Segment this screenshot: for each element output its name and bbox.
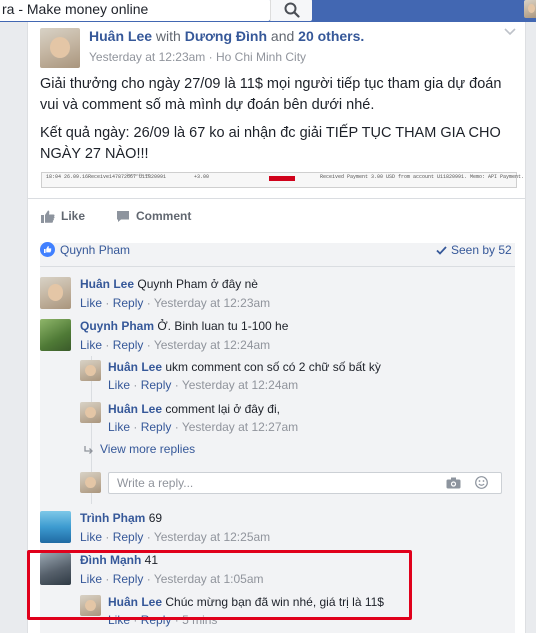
comment-timestamp[interactable]: Yesterday at 12:24am bbox=[154, 338, 270, 352]
thumbs-up-icon bbox=[41, 210, 55, 223]
ledger-red-bar bbox=[269, 176, 295, 181]
reactions-row: Quynh Pham Seen by 52 bbox=[40, 238, 515, 262]
post-card: Huân Lee with Dương Đình and 20 others. … bbox=[27, 22, 526, 633]
meta-separator: · bbox=[105, 338, 110, 352]
comment-like-link[interactable]: Like bbox=[80, 338, 102, 352]
emoji-icon[interactable] bbox=[475, 476, 488, 489]
reply-arrow-icon bbox=[84, 445, 93, 454]
comment-author[interactable]: Huân Lee bbox=[108, 402, 162, 416]
comment-meta: Like · Reply · Yesterday at 12:24am bbox=[108, 378, 298, 392]
comment-meta: Like · Reply · Yesterday at 12:24am bbox=[80, 338, 270, 352]
seen-label: Seen by 52 bbox=[451, 243, 512, 257]
post-meta: Yesterday at 12:23am · Ho Chi Minh City bbox=[89, 50, 306, 64]
liker-name[interactable]: Quynh Pham bbox=[60, 243, 130, 257]
meta-separator: · bbox=[146, 530, 151, 544]
comment-like-link[interactable]: Like bbox=[108, 420, 130, 434]
post-text-paragraph-1: Giải thưởng cho ngày 27/09 là 11$ mọi ng… bbox=[40, 76, 502, 113]
check-icon bbox=[436, 246, 447, 256]
like-label: Like bbox=[61, 209, 86, 223]
comment-reply-link[interactable]: Reply bbox=[113, 296, 144, 310]
ledger-memo: Received Payment 3.00 USD from account U… bbox=[320, 174, 525, 180]
comment-author[interactable]: Quynh Pham bbox=[80, 319, 154, 333]
highlight-box bbox=[27, 550, 412, 620]
meta-separator: · bbox=[105, 296, 110, 310]
comment-meta: Like · Reply · Yesterday at 12:23am bbox=[80, 296, 270, 310]
post-text-paragraph-2: Kết quả ngày: 26/09 là 67 ko ai nhận đc … bbox=[40, 125, 501, 162]
divider bbox=[28, 198, 525, 199]
avatar bbox=[80, 472, 101, 493]
comment-author[interactable]: Huân Lee bbox=[80, 277, 134, 291]
meta-separator: · bbox=[174, 378, 179, 392]
ledger-date: 18:04 26.09.16 bbox=[46, 174, 89, 180]
comment-text: Trình Phạm 69 bbox=[80, 511, 162, 525]
meta-separator: · bbox=[146, 338, 151, 352]
post-timestamp[interactable]: Yesterday at 12:23am bbox=[89, 50, 205, 64]
comment-button[interactable]: Comment bbox=[116, 206, 191, 226]
comment-label: Comment bbox=[136, 209, 192, 223]
avatar[interactable] bbox=[40, 277, 71, 309]
ledger-amount: +3.00 bbox=[194, 174, 210, 180]
post-author-name[interactable]: Huân Lee bbox=[89, 28, 152, 44]
avatar[interactable] bbox=[80, 360, 101, 381]
avatar[interactable] bbox=[40, 319, 71, 351]
profile-avatar[interactable] bbox=[524, 0, 536, 18]
like-reaction-icon bbox=[40, 242, 55, 257]
view-more-replies[interactable]: View more replies bbox=[84, 442, 195, 456]
comment-icon bbox=[117, 210, 129, 222]
tagged-user[interactable]: Dương Đình bbox=[185, 28, 267, 44]
search-button[interactable] bbox=[270, 0, 312, 21]
and-text: and bbox=[270, 28, 295, 44]
comment-text: Huân Lee Quynh Pham ở đây nè bbox=[80, 277, 258, 291]
meta-separator: · bbox=[208, 50, 213, 64]
comment-meta: Like · Reply · Yesterday at 12:25am bbox=[80, 530, 270, 544]
avatar[interactable] bbox=[80, 402, 101, 423]
search-icon bbox=[284, 2, 300, 18]
reply-input[interactable]: Write a reply... bbox=[108, 472, 502, 494]
meta-separator: · bbox=[133, 378, 138, 392]
seen-by[interactable]: Seen by 52 bbox=[436, 243, 512, 257]
comment-timestamp[interactable]: Yesterday at 12:25am bbox=[154, 530, 270, 544]
divider bbox=[40, 266, 515, 267]
comment-author[interactable]: Huân Lee bbox=[108, 360, 162, 374]
avatar[interactable] bbox=[40, 511, 71, 543]
comment-author[interactable]: Trình Phạm bbox=[80, 511, 145, 525]
comment-like-link[interactable]: Like bbox=[80, 530, 102, 544]
comment-meta: Like · Reply · Yesterday at 12:27am bbox=[108, 420, 298, 434]
meta-separator: · bbox=[146, 296, 151, 310]
post-author-avatar[interactable] bbox=[40, 28, 80, 68]
post-author-line: Huân Lee with Dương Đình and 20 others. bbox=[89, 28, 364, 44]
comment-body: 69 bbox=[148, 511, 163, 525]
comment-reply-link[interactable]: Reply bbox=[113, 530, 144, 544]
meta-separator: · bbox=[133, 420, 138, 434]
camera-icon[interactable] bbox=[446, 477, 461, 489]
comment-text: Huân Lee ukm comment con số có 2 chữ số … bbox=[108, 360, 381, 374]
comment-body: ukm comment con số có 2 chữ số bất kỳ bbox=[165, 360, 381, 374]
view-more-label: View more replies bbox=[100, 442, 196, 456]
meta-separator: · bbox=[105, 530, 110, 544]
comment-timestamp[interactable]: Yesterday at 12:24am bbox=[182, 378, 298, 392]
comment-reply-link[interactable]: Reply bbox=[141, 378, 172, 392]
meta-separator: · bbox=[174, 420, 179, 434]
comment-reply-link[interactable]: Reply bbox=[113, 338, 144, 352]
comment-text: Quynh Pham Ở. Binh luan tu 1-100 he bbox=[80, 319, 288, 333]
comment-body: Ở. Binh luan tu 1-100 he bbox=[157, 319, 289, 333]
comment-like-link[interactable]: Like bbox=[80, 296, 102, 310]
ledger-site: laravib.me bbox=[126, 174, 151, 178]
comment-body: Quynh Pham ở đây nè bbox=[137, 277, 258, 291]
post-location[interactable]: Ho Chi Minh City bbox=[216, 50, 306, 64]
ledger-type: Receive bbox=[88, 174, 110, 180]
with-text: with bbox=[155, 28, 181, 44]
search-input[interactable]: ra - Make money online bbox=[0, 0, 270, 21]
comment-timestamp[interactable]: Yesterday at 12:23am bbox=[154, 296, 270, 310]
others-link[interactable]: 20 others. bbox=[298, 28, 364, 44]
comment-timestamp[interactable]: Yesterday at 12:27am bbox=[182, 420, 298, 434]
comment-body: comment lại ở đây đi, bbox=[165, 402, 280, 416]
chevron-down-icon[interactable] bbox=[504, 28, 516, 36]
like-button[interactable]: Like bbox=[41, 206, 85, 226]
comment-reply-link[interactable]: Reply bbox=[141, 420, 172, 434]
payment-screenshot: 18:04 26.09.16 Receive 147872667 U118209… bbox=[41, 172, 524, 188]
comment-text: Huân Lee comment lại ở đây đi, bbox=[108, 402, 280, 416]
comment-like-link[interactable]: Like bbox=[108, 378, 130, 392]
